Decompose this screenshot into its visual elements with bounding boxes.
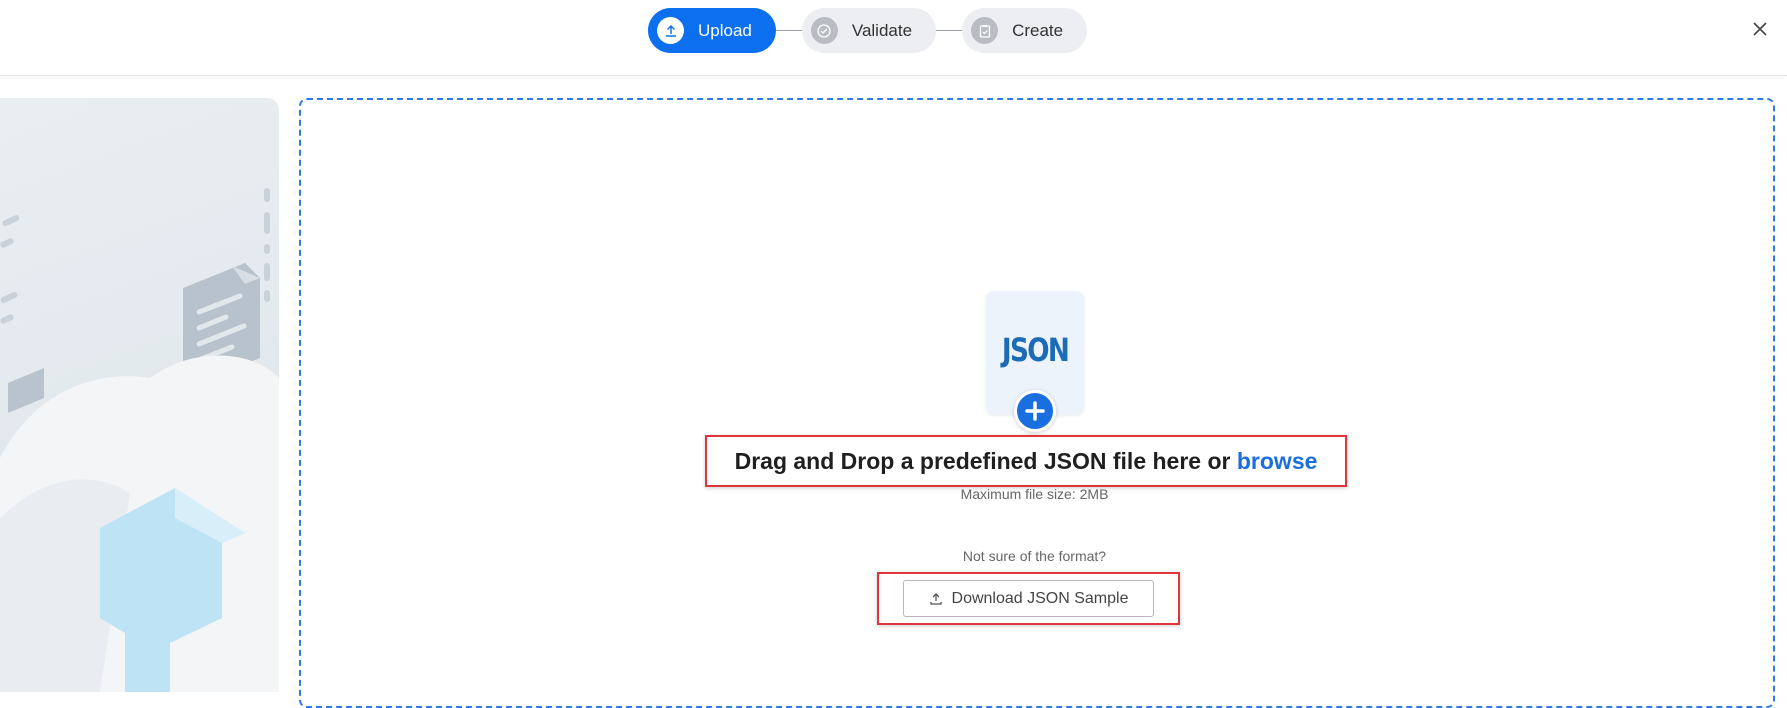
download-sample-highlight: Download JSON Sample bbox=[877, 572, 1180, 625]
step-upload[interactable]: Upload bbox=[648, 8, 776, 53]
download-sample-button[interactable]: Download JSON Sample bbox=[903, 580, 1154, 617]
upload-icon bbox=[657, 17, 684, 44]
clipboard-icon bbox=[971, 17, 999, 44]
stepper: Upload Validate Create bbox=[648, 8, 1088, 53]
download-icon bbox=[929, 592, 943, 606]
upload-illustration bbox=[0, 98, 279, 692]
browse-link[interactable]: browse bbox=[1237, 448, 1318, 474]
step-create[interactable]: Create bbox=[962, 8, 1088, 53]
step-upload-label: Upload bbox=[698, 20, 752, 40]
format-hint: Not sure of the format? bbox=[962, 548, 1107, 564]
headline-text: Drag and Drop a predefined JSON file her… bbox=[734, 447, 1237, 474]
max-file-size: Maximum file size: 2MB bbox=[960, 486, 1109, 502]
wizard-header: Upload Validate Create bbox=[0, 0, 1787, 76]
plus-icon[interactable] bbox=[1014, 390, 1056, 432]
close-icon[interactable] bbox=[1749, 18, 1771, 40]
json-badge-text: JSON bbox=[1001, 331, 1070, 369]
step-validate[interactable]: Validate bbox=[801, 8, 937, 53]
step-create-label: Create bbox=[1012, 20, 1064, 40]
step-connector bbox=[775, 30, 802, 31]
dropzone-headline-highlight: Drag and Drop a predefined JSON file her… bbox=[705, 435, 1347, 487]
dropzone-headline: Drag and Drop a predefined JSON file her… bbox=[735, 448, 1318, 475]
step-validate-label: Validate bbox=[851, 20, 913, 40]
step-connector bbox=[936, 30, 963, 31]
download-sample-label: Download JSON Sample bbox=[951, 589, 1129, 607]
check-circle-icon bbox=[810, 17, 838, 44]
